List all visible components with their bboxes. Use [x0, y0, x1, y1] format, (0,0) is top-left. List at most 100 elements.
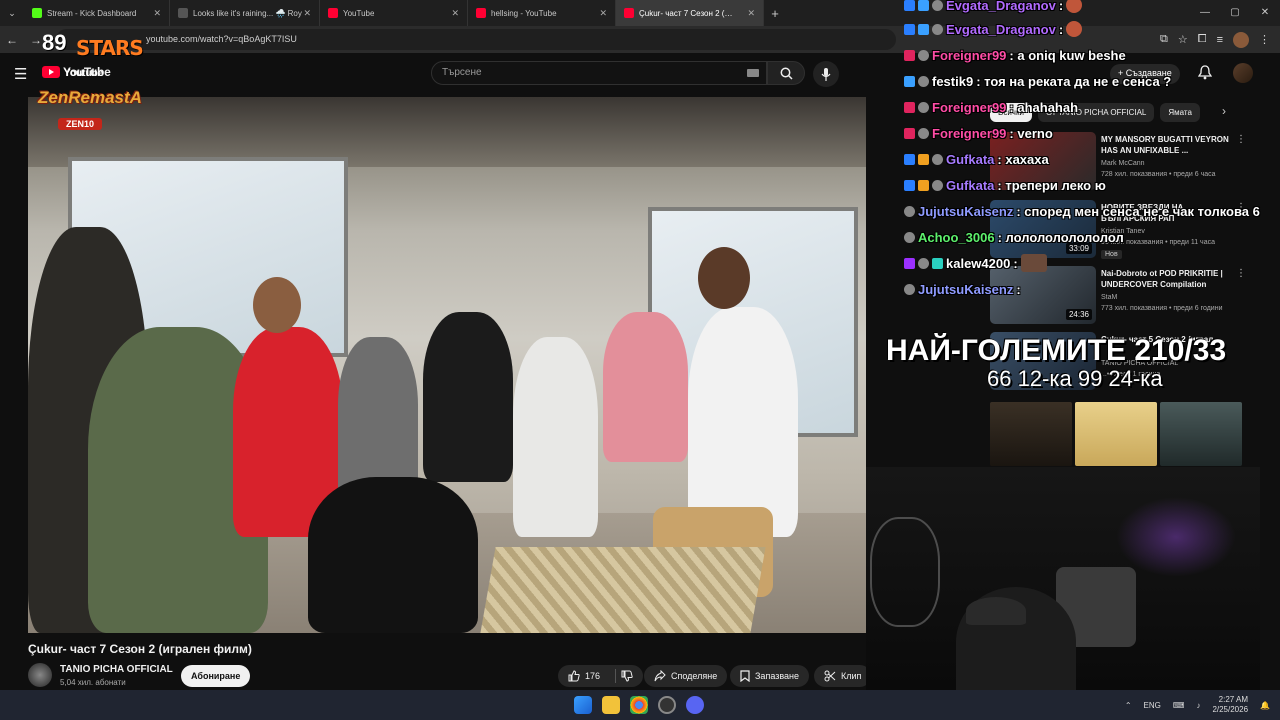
emote-icon — [1066, 21, 1083, 37]
tab-raining[interactable]: Looks like it's raining... 🌧️ Roy ✕ — [170, 0, 320, 26]
streamer-webcam — [866, 467, 1260, 690]
chevron-up-icon[interactable]: ⌃ — [1125, 701, 1132, 710]
tab-cukur-active[interactable]: Çukur- част 7 Сезон 2 (игр... ✕ — [616, 0, 764, 26]
address-bar[interactable]: youtube.com/watch?v=qBoAgKT7ISU — [56, 29, 896, 50]
badge-icon — [932, 23, 943, 35]
share-label: Споделяне — [671, 671, 718, 681]
overlay-leaderboard-line2: 66 12-ка 99 24-ка — [987, 366, 1163, 391]
video-person — [688, 307, 798, 537]
clock[interactable]: 2:27 AM 2/25/2026 — [1212, 695, 1248, 715]
chat-username: Gufkata — [946, 177, 995, 193]
tab-label: Stream - Kick Dashboard — [47, 8, 137, 18]
emote-icon — [1066, 0, 1083, 13]
badge-icon — [904, 49, 915, 61]
clip-button[interactable]: Клип — [814, 665, 872, 687]
video-person-head — [253, 277, 301, 333]
video-duration: 24:36 — [1065, 309, 1092, 320]
save-button[interactable]: Запазване — [730, 665, 810, 687]
chat-username: Foreigner99 — [932, 125, 1007, 141]
chat-text: : тоя на реката да не е сенса ? — [976, 73, 1172, 89]
new-tab-button[interactable]: + — [764, 6, 786, 21]
start-windows-icon[interactable] — [574, 696, 592, 714]
badge-icon — [904, 153, 915, 165]
tab-search-icon[interactable]: ⌄ — [0, 0, 24, 26]
chat-username: Foreigner99 — [932, 99, 1007, 115]
tab-kick-dashboard[interactable]: Stream - Kick Dashboard ✕ — [24, 0, 170, 26]
badge-icon — [904, 101, 915, 113]
brand-youtube-text: Youtube — [64, 68, 104, 79]
chat-text: : трепери леко ю — [997, 177, 1106, 193]
discord-icon[interactable] — [686, 696, 704, 714]
channel-name[interactable]: TANIO PICHA OFFICIAL — [60, 664, 173, 675]
video-player[interactable] — [28, 97, 866, 633]
close-tab-icon[interactable]: ✕ — [303, 8, 311, 19]
subscriber-count: 5,04 хил. абонати — [60, 678, 126, 687]
obs-icon[interactable] — [658, 696, 676, 714]
chat-text: : verno — [1009, 125, 1053, 141]
chat-message: Gufkata: хахаха — [904, 148, 1049, 170]
badge-icon — [918, 101, 929, 113]
menu-icon[interactable]: ☰ — [14, 65, 27, 83]
screen: ⌄ Stream - Kick Dashboard ✕ Looks like i… — [0, 0, 1280, 720]
badge-icon — [932, 153, 943, 165]
tab-hellsing[interactable]: hellsing - YouTube ✕ — [468, 0, 616, 26]
back-icon[interactable]: ← — [0, 33, 24, 47]
badge-icon — [904, 179, 915, 191]
language-indicator[interactable]: ENG — [1144, 701, 1161, 710]
stream-brand-logo: 89 STARS Youtube ZenRemastA ZEN10 — [38, 30, 148, 140]
subscribe-button[interactable]: Абониране — [181, 665, 251, 687]
clip-label: Клип — [841, 671, 862, 681]
tab-label: hellsing - YouTube — [491, 8, 557, 18]
badge-icon — [918, 127, 929, 139]
like-button[interactable]: 176 — [558, 665, 644, 687]
chrome-icon[interactable] — [630, 696, 648, 714]
like-count: 176 — [585, 671, 601, 681]
microphone-icon — [821, 67, 831, 81]
tab-label: Çukur- част 7 Сезон 2 (игр... — [639, 8, 735, 18]
close-tab-icon[interactable]: ✕ — [451, 8, 459, 19]
video-scene-table — [480, 547, 766, 633]
notification-bell-icon[interactable]: 🔔 — [1260, 701, 1270, 710]
close-tab-icon[interactable]: ✕ — [747, 8, 755, 19]
emote-icon — [1020, 254, 1047, 272]
tab-label: YouTube — [343, 8, 375, 18]
facecam-2 — [1075, 402, 1157, 466]
video-title: Çukur- част 7 Сезон 2 (игрален филм) — [28, 642, 252, 656]
close-tab-icon[interactable]: ✕ — [599, 8, 607, 19]
chat-text: : лололололололол — [997, 229, 1124, 245]
video-person — [513, 337, 598, 537]
close-tab-icon[interactable]: ✕ — [153, 8, 161, 19]
chat-message: Foreigner99: a oniq kuw beshe — [904, 44, 1126, 66]
chat-message: Achoo_3006: лололололололол — [904, 226, 1124, 248]
badge-icon — [918, 179, 929, 191]
chat-username: Evgata_Draganov — [946, 21, 1056, 37]
brand-stars-text: STARS — [76, 36, 144, 60]
clock-date: 2/25/2026 — [1212, 705, 1249, 714]
video-person — [603, 312, 688, 462]
badge-icon — [904, 23, 915, 35]
file-explorer-icon[interactable] — [602, 696, 620, 714]
chat-text: : — [1058, 0, 1064, 13]
badge-icon — [918, 49, 929, 61]
badge-icon — [904, 205, 915, 217]
badge-icon — [904, 75, 915, 87]
chat-text: : хахаха — [997, 151, 1049, 167]
voice-search-button[interactable] — [813, 61, 839, 87]
chat-message: Evgata_Draganov: — [904, 0, 1083, 16]
badge-icon — [904, 127, 915, 139]
thumbs-down-icon[interactable] — [621, 670, 633, 682]
search-input[interactable]: Търсене — [431, 61, 767, 85]
windows-taskbar: ⌃ ENG ⌨ ♪ 2:27 AM 2/25/2026 🔔 — [0, 690, 1280, 720]
share-button[interactable]: Споделяне — [644, 665, 728, 687]
keyboard-icon[interactable] — [747, 69, 759, 77]
volume-icon[interactable]: ♪ — [1196, 701, 1200, 710]
search-button[interactable] — [767, 61, 805, 85]
chat-message: Foreigner99: ahahahah — [904, 96, 1078, 118]
save-label: Запазване — [755, 671, 800, 681]
stream-chat-overlay: Evgata_Draganov: Evgata_Draganov: Foreig… — [900, 0, 1280, 310]
share-arrow-icon — [654, 670, 666, 682]
tab-youtube[interactable]: YouTube ✕ — [320, 0, 468, 26]
network-icon[interactable]: ⌨ — [1173, 701, 1185, 710]
badge-icon — [918, 75, 929, 87]
channel-avatar[interactable] — [28, 663, 52, 687]
